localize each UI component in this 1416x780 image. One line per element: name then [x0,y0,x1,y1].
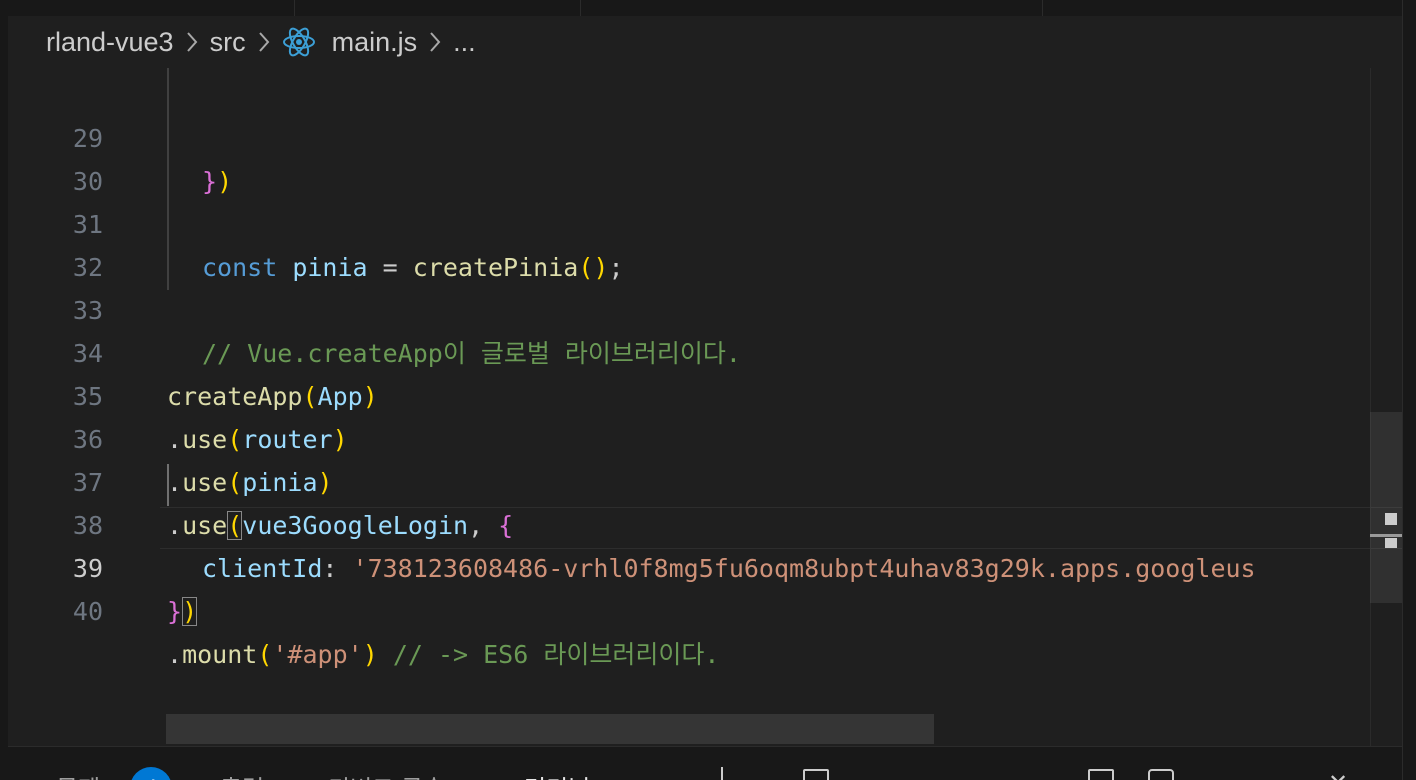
code-editor[interactable]: 29 }) 30 31 const pinia = createPinia();… [8,68,1403,746]
breadcrumb-more[interactable]: ... [453,27,476,58]
vertical-scrollbar-thumb[interactable] [1370,412,1403,603]
react-file-icon [282,25,316,59]
trash-icon[interactable] [1148,769,1174,780]
new-terminal-icon[interactable] [803,769,829,780]
tab-output[interactable]: 출력 [220,769,264,780]
code-line: 31 const pinia = createPinia(); [8,160,1403,282]
panel-divider [721,767,723,780]
vscode-window: rland-vue3 src main.js ... 29}) 30 31 c… [0,0,1416,780]
overview-ruler-cursor [1385,538,1397,548]
line-number: 40 [72,597,103,626]
code-line-active: 39 }) [8,504,1403,626]
code-line: 33 // Vue.createApp이 글로벌 라이브러리이다. [8,246,1403,368]
close-icon[interactable]: ✕ [1328,769,1348,780]
split-terminal-icon[interactable] [1088,769,1114,780]
breadcrumb-project[interactable]: rland-vue3 [46,27,174,58]
chevron-right-icon [258,31,270,53]
overview-ruler-cursor [1385,513,1397,525]
horizontal-scrollbar-thumb[interactable] [166,714,934,744]
tab-strip [8,0,1403,16]
overview-ruler-line [1370,534,1403,537]
code-line: 40 .mount('#app') // -> ES6 라이브러리이다. [8,547,1403,669]
vertical-scrollbar[interactable] [1370,68,1403,746]
tab-divider [580,0,581,16]
code-line: 37 .use(vue3GoogleLogin, { [8,418,1403,540]
problems-count-badge: 4 [130,767,172,780]
code-line: 32 [8,203,1403,282]
code-line: 38 clientId: '738123608486-vrhl0f8mg5fu6… [8,461,1403,583]
tab-divider [1042,0,1043,16]
tab-terminal[interactable]: 터미널 [524,769,590,780]
chevron-right-icon [186,31,198,53]
breadcrumb-folder[interactable]: src [210,27,246,58]
code-line: 30 [8,117,1403,196]
tab-divider [294,0,295,16]
code-line: 35 .use(router) [8,332,1403,454]
breadcrumb-file[interactable]: main.js [332,27,418,58]
chevron-right-icon [429,31,441,53]
line-code: .mount('#app') // -> ES6 라이브러리이다. [167,640,720,669]
code-line: 34 createApp(App) [8,289,1403,411]
activity-edge [0,0,8,780]
bottom-panel: 문제 4 출력 디버그 콘솔 터미널 ✕ [8,746,1403,780]
breadcrumb: rland-vue3 src main.js ... [8,16,1403,68]
line-code: }) [167,597,198,626]
code-line: 36 .use(pinia) [8,375,1403,497]
code-line: 29 }) [8,74,1403,196]
tab-debug-console[interactable]: 디버그 콘솔 [328,769,445,780]
tab-problems[interactable]: 문제 [56,769,100,780]
window-right-edge [1402,0,1416,780]
